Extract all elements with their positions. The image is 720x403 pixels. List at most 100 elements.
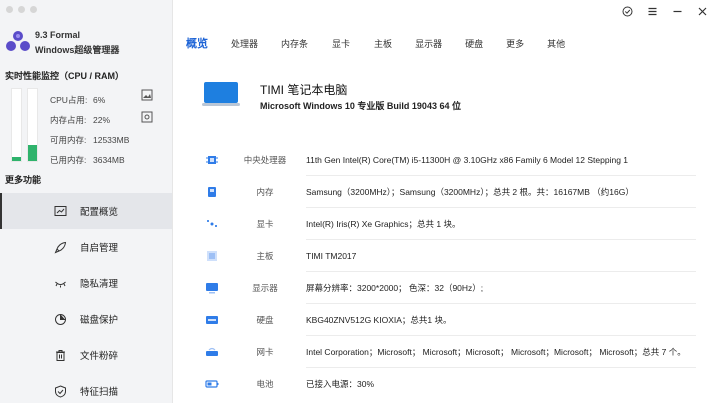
stat-used: 已用内存: 3634MB (50, 155, 129, 175)
hardware-value: Intel Corporation；Microsoft； Microsoft；M… (306, 347, 686, 357)
hardware-value: 11th Gen Intel(R) Core(TM) i5-11300H @ 3… (306, 155, 629, 165)
usage-bars (11, 88, 38, 162)
menu-item-overview[interactable]: 配置概览 (0, 193, 172, 229)
menu-item-label: 配置概览 (80, 207, 119, 218)
hardware-row-network: 网卡 Intel Corporation；Microsoft； Microsof… (196, 336, 696, 368)
hardware-row-monitor: 显示器 屏幕分辨率：3200*2000； 色深：32（90Hz）; (196, 272, 696, 304)
trash-icon (56, 349, 65, 361)
window-dot[interactable] (30, 6, 37, 13)
ram-usage-fill (28, 145, 37, 161)
disk-icon (206, 316, 218, 324)
check-circle-icon[interactable] (622, 6, 633, 17)
hardware-value: TIMI TM2017 (306, 251, 357, 261)
stat-value: 6% (93, 95, 106, 105)
menu-item-startup[interactable]: 自启管理 (0, 229, 172, 265)
shield-icon (55, 313, 66, 325)
hardware-label: 电池 (256, 379, 274, 389)
minimize-icon[interactable] (672, 6, 683, 17)
hardware-row-disk: 硬盘 KBG40ZNV512G KIOXIA；总共1 块。 (196, 304, 696, 336)
shield-check-icon (55, 384, 66, 398)
stat-ram: 内存占用: 22% (50, 115, 129, 135)
hardware-row-gpu: 显卡 Intel(R) Iris(R) Xe Graphics；总共 1 块。 (196, 208, 696, 240)
chart-icon (54, 205, 67, 216)
stat-available: 可用内存: 12533MB (50, 135, 129, 155)
menu-item-label: 自启管理 (80, 243, 119, 254)
menu-item-label: 特征扫描 (80, 387, 119, 398)
hardware-label: 主板 (256, 251, 274, 261)
device-title: TIMI 笔记本电脑 (260, 83, 348, 97)
tab-processor[interactable]: 处理器 (231, 37, 258, 50)
menu-item-disk-protect[interactable]: 磁盘保护 (0, 301, 172, 337)
image-icon[interactable] (141, 89, 153, 101)
stat-label: 内存占用: (50, 115, 87, 125)
app-version: 9.3 Formal (35, 30, 81, 40)
app-logo-icon (6, 31, 30, 51)
hardware-label: 网卡 (256, 347, 274, 357)
cpu-usage-bar (11, 88, 22, 162)
tab-other[interactable]: 其他 (547, 37, 565, 50)
stat-label: 可用内存: (50, 135, 87, 145)
hardware-label: 中央处理器 (243, 155, 287, 165)
cpu-usage-fill (12, 156, 21, 161)
hardware-label: 内存 (256, 187, 274, 197)
hardware-value: 屏幕分辨率：3200*2000； 色深：32（90Hz）; (306, 283, 484, 293)
monitor-icon (206, 283, 218, 294)
hardware-label: 显卡 (256, 219, 274, 229)
eye-closed-icon (55, 281, 66, 287)
hardware-value: Intel(R) Iris(R) Xe Graphics；总共 1 块。 (306, 219, 461, 229)
stat-value: 22% (93, 115, 111, 125)
menu-item-label: 文件粉碎 (80, 351, 119, 362)
memory-icon (208, 187, 216, 197)
tab-overview[interactable]: 概览 (186, 35, 208, 51)
hardware-value: 已接入电源：30% (306, 379, 375, 389)
menu-item-scan[interactable]: 特征扫描 (0, 373, 172, 403)
hardware-row-memory: 内存 Samsung（3200MHz）；Samsung（3200MHz）；总共 … (196, 176, 696, 208)
tab-more[interactable]: 更多 (506, 37, 524, 50)
stat-value: 12533MB (93, 135, 130, 145)
stat-value: 3634MB (93, 155, 125, 165)
hardware-row-battery: 电池 已接入电源：30% (196, 368, 696, 400)
close-icon[interactable] (697, 6, 708, 17)
battery-icon (205, 380, 219, 388)
network-icon (206, 347, 218, 356)
menu-item-label: 磁盘保护 (80, 315, 119, 326)
app-name: Windows超级管理器 (35, 45, 120, 55)
window-dot[interactable] (18, 6, 25, 13)
hardware-label: 硬盘 (256, 315, 274, 325)
stat-label: 已用内存: (50, 155, 87, 165)
ram-usage-bar (27, 88, 38, 162)
gpu-icon (207, 220, 217, 227)
hardware-row-cpu: 中央处理器 11th Gen Intel(R) Core(TM) i5-1130… (196, 144, 696, 176)
menu-item-shredder[interactable]: 文件粉碎 (0, 337, 172, 373)
usage-stats: CPU占用: 6% 内存占用: 22% 可用内存: 12533MB 已用内存: 3634… (50, 95, 129, 175)
os-info: Microsoft Windows 10 专业版 Build 19043 64 … (260, 101, 461, 111)
feature-menu: 配置概览 自启管理 隐私清理 磁盘保护 文件粉碎 特征扫描 (0, 193, 172, 403)
window-dot[interactable] (6, 6, 13, 13)
hardware-list: 中央处理器 11th Gen Intel(R) Core(TM) i5-1130… (196, 144, 696, 400)
tab-motherboard[interactable]: 主板 (374, 37, 392, 50)
stat-label: CPU占用: (50, 95, 88, 105)
image-settings-icon[interactable] (141, 111, 153, 123)
more-features-title: 更多功能 (5, 175, 42, 185)
hardware-label: 显示器 (252, 283, 278, 293)
tab-monitor[interactable]: 显示器 (415, 37, 442, 50)
cpu-icon (206, 156, 218, 164)
menu-icon[interactable] (647, 6, 658, 17)
hardware-row-motherboard: 主板 TIMI TM2017 (196, 240, 696, 272)
hardware-value: Samsung（3200MHz）；Samsung（3200MHz）；总共 2 根… (306, 187, 634, 197)
hardware-value: KBG40ZNV512G KIOXIA；总共1 块。 (306, 315, 452, 325)
window-controls (622, 6, 708, 17)
monitor-actions (141, 89, 153, 133)
tab-graphics[interactable]: 显卡 (332, 37, 350, 50)
menu-item-label: 隐私清理 (80, 279, 119, 290)
info-tabs: 概览 处理器 内存条 显卡 主板 显示器 硬盘 更多 其他 (186, 35, 565, 51)
laptop-icon (202, 82, 240, 106)
menu-item-privacy[interactable]: 隐私清理 (0, 265, 172, 301)
sidebar: 9.3 Formal Windows超级管理器 实时性能监控（CPU / RAM… (0, 0, 173, 403)
motherboard-icon (207, 251, 217, 261)
tab-disk[interactable]: 硬盘 (465, 37, 483, 50)
monitor-title: 实时性能监控（CPU / RAM） (5, 71, 124, 81)
stat-cpu: CPU占用: 6% (50, 95, 129, 115)
rocket-icon (54, 241, 67, 253)
tab-memory[interactable]: 内存条 (281, 37, 308, 50)
